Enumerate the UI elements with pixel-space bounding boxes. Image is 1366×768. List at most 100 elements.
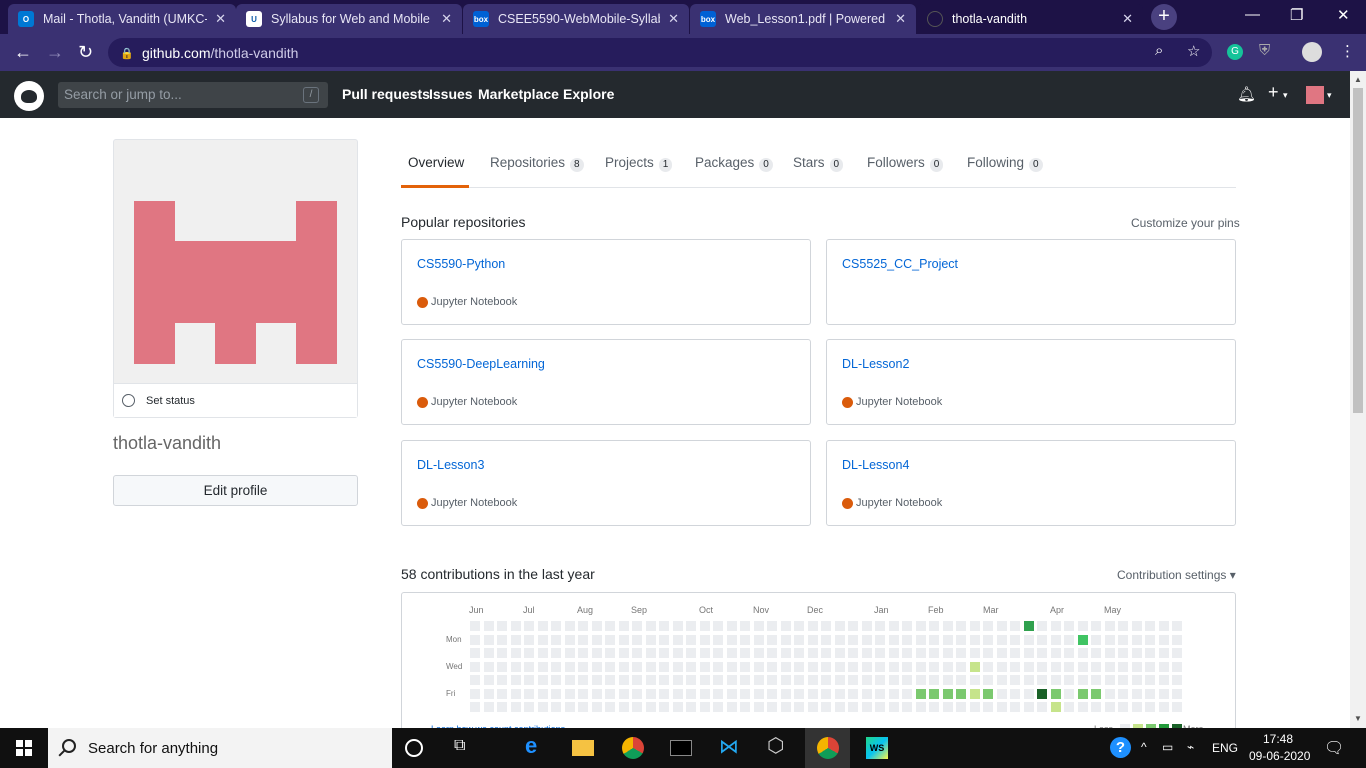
contribution-day-cell[interactable] — [794, 634, 804, 645]
contribution-day-cell[interactable] — [551, 661, 561, 672]
set-status-button[interactable]: Set status — [114, 383, 357, 417]
contribution-day-cell[interactable] — [1118, 702, 1128, 712]
contribution-day-cell[interactable] — [780, 648, 791, 658]
tab-packages[interactable]: Packages 0 — [695, 155, 773, 172]
close-icon[interactable]: ✕ — [215, 11, 226, 27]
contribution-day-cell[interactable] — [888, 702, 899, 712]
cortana-icon[interactable] — [405, 739, 423, 757]
language-indicator[interactable]: ENG — [1212, 741, 1238, 755]
contribution-day-cell[interactable] — [821, 688, 831, 699]
contribution-day-cell[interactable] — [1104, 675, 1115, 685]
contribution-day-cell[interactable] — [740, 648, 750, 658]
contribution-day-cell[interactable] — [848, 702, 858, 712]
contribution-day-cell[interactable] — [578, 648, 588, 658]
contribution-day-cell[interactable] — [875, 621, 885, 631]
contribution-day-cell[interactable] — [861, 634, 872, 645]
contribution-day-cell[interactable] — [942, 688, 953, 699]
contribution-day-cell[interactable] — [659, 675, 669, 685]
contribution-day-cell[interactable] — [929, 634, 939, 645]
repo-link[interactable]: CS5590-Python — [417, 257, 505, 271]
windows-start-icon[interactable] — [16, 740, 32, 756]
url-field[interactable]: 🔒 github.com/thotla-vandith — [108, 38, 1212, 67]
contribution-day-cell[interactable] — [497, 634, 507, 645]
contribution-day-cell[interactable] — [1064, 688, 1074, 699]
contribution-day-cell[interactable] — [875, 702, 885, 712]
contribution-day-cell[interactable] — [1104, 634, 1115, 645]
close-icon[interactable]: ✕ — [441, 11, 452, 27]
nav-issues[interactable]: Issues — [429, 86, 473, 102]
contribution-day-cell[interactable] — [564, 675, 575, 685]
contribution-day-cell[interactable] — [699, 688, 710, 699]
contribution-day-cell[interactable] — [969, 661, 980, 672]
contribution-day-cell[interactable] — [1077, 621, 1088, 631]
contribution-day-cell[interactable] — [902, 661, 912, 672]
contribution-day-cell[interactable] — [902, 702, 912, 712]
contribution-day-cell[interactable] — [834, 648, 845, 658]
contribution-day-cell[interactable] — [861, 621, 872, 631]
contribution-day-cell[interactable] — [740, 688, 750, 699]
contribution-day-cell[interactable] — [1023, 688, 1034, 699]
contribution-day-cell[interactable] — [861, 675, 872, 685]
contribution-day-cell[interactable] — [470, 661, 480, 672]
contribution-day-cell[interactable] — [740, 675, 750, 685]
contribution-day-cell[interactable] — [956, 675, 966, 685]
contribution-day-cell[interactable] — [821, 702, 831, 712]
contribution-day-cell[interactable] — [1077, 688, 1088, 699]
contribution-day-cell[interactable] — [551, 688, 561, 699]
contribution-day-cell[interactable] — [1037, 688, 1047, 699]
contribution-day-cell[interactable] — [807, 648, 818, 658]
contribution-day-cell[interactable] — [497, 675, 507, 685]
contribution-day-cell[interactable] — [1145, 648, 1155, 658]
contribution-day-cell[interactable] — [726, 702, 737, 712]
contribution-day-cell[interactable] — [1172, 688, 1182, 699]
contribution-day-cell[interactable] — [1158, 702, 1169, 712]
shield-extension-icon[interactable]: ⛨ — [1259, 42, 1270, 59]
contribution-day-cell[interactable] — [713, 634, 723, 645]
contribution-day-cell[interactable] — [794, 661, 804, 672]
contribution-day-cell[interactable] — [632, 702, 642, 712]
contribution-day-cell[interactable] — [618, 661, 629, 672]
contribution-day-cell[interactable] — [672, 621, 683, 631]
contribution-day-cell[interactable] — [470, 648, 480, 658]
contribution-day-cell[interactable] — [1077, 648, 1088, 658]
contribution-day-cell[interactable] — [1104, 661, 1115, 672]
contribution-day-cell[interactable] — [875, 675, 885, 685]
contribution-day-cell[interactable] — [888, 688, 899, 699]
contribution-day-cell[interactable] — [1091, 675, 1101, 685]
github-search-input[interactable]: Search or jump to... / — [58, 82, 328, 108]
contribution-day-cell[interactable] — [1050, 648, 1061, 658]
contribution-day-cell[interactable] — [1010, 648, 1020, 658]
contribution-day-cell[interactable] — [605, 634, 615, 645]
customize-pins-link[interactable]: Customize your pins — [1131, 216, 1240, 230]
contribution-day-cell[interactable] — [902, 621, 912, 631]
contribution-day-cell[interactable] — [632, 661, 642, 672]
contribution-day-cell[interactable] — [915, 661, 926, 672]
forward-icon[interactable]: → — [46, 42, 64, 63]
contribution-day-cell[interactable] — [605, 648, 615, 658]
contribution-day-cell[interactable] — [672, 634, 683, 645]
contribution-day-cell[interactable] — [645, 675, 656, 685]
contribution-day-cell[interactable] — [1010, 661, 1020, 672]
contribution-day-cell[interactable] — [875, 634, 885, 645]
contribution-day-cell[interactable] — [686, 688, 696, 699]
contribution-day-cell[interactable] — [726, 688, 737, 699]
contribution-day-cell[interactable] — [564, 648, 575, 658]
contribution-day-cell[interactable] — [1064, 702, 1074, 712]
chevron-down-icon[interactable]: ▾ — [1283, 90, 1288, 101]
contribution-day-cell[interactable] — [564, 702, 575, 712]
contribution-day-cell[interactable] — [767, 621, 777, 631]
contribution-day-cell[interactable] — [888, 648, 899, 658]
contribution-day-cell[interactable] — [834, 702, 845, 712]
contribution-day-cell[interactable] — [1172, 675, 1182, 685]
contribution-day-cell[interactable] — [996, 661, 1007, 672]
contribution-day-cell[interactable] — [645, 661, 656, 672]
contribution-day-cell[interactable] — [551, 702, 561, 712]
contribution-day-cell[interactable] — [1131, 621, 1142, 631]
contribution-day-cell[interactable] — [470, 634, 480, 645]
contribution-day-cell[interactable] — [686, 648, 696, 658]
edge-icon[interactable]: e — [525, 733, 547, 758]
contribution-day-cell[interactable] — [510, 661, 521, 672]
contribution-day-cell[interactable] — [537, 621, 548, 631]
contribution-day-cell[interactable] — [632, 675, 642, 685]
contribution-day-cell[interactable] — [780, 661, 791, 672]
